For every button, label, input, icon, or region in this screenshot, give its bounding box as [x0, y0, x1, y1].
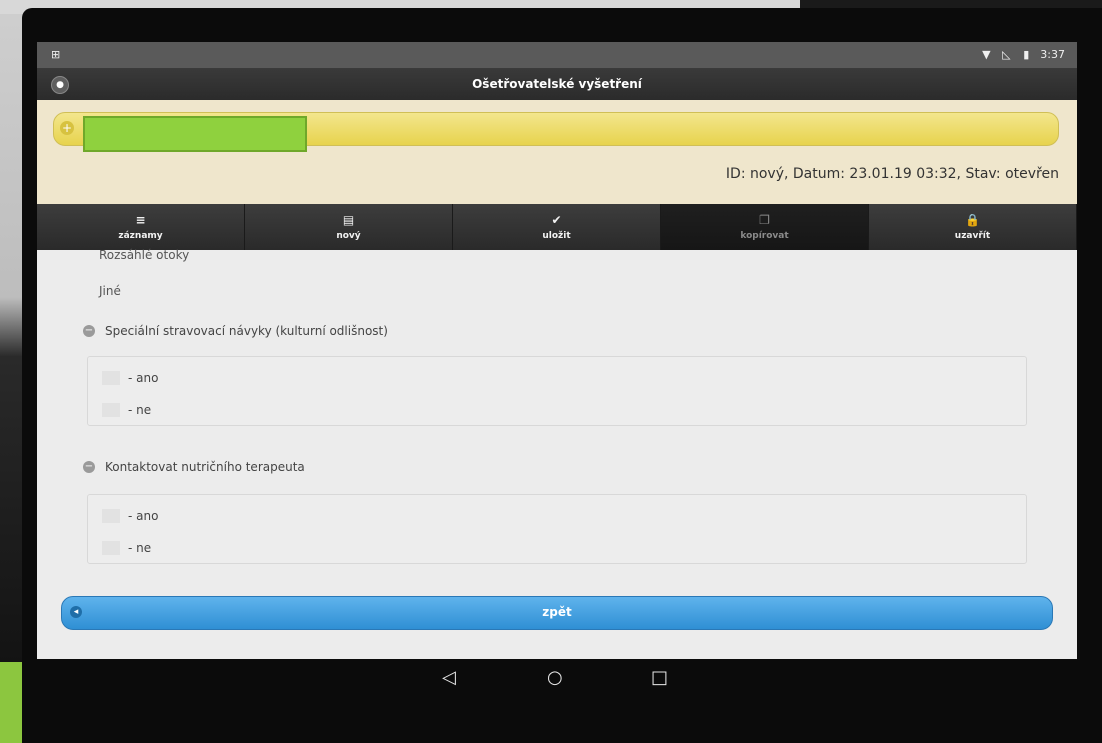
section-header[interactable]: − Kontaktovat nutričního terapeuta [83, 460, 305, 474]
battery-icon: ▮ [1023, 47, 1030, 61]
new-button[interactable]: ▤ nový [245, 204, 453, 250]
check-icon: ✔ [551, 213, 562, 227]
option-group: - ano - ne [87, 494, 1027, 564]
wifi-icon: ▼ [982, 47, 991, 61]
option-yes[interactable]: - ano [102, 371, 158, 385]
option-no[interactable]: - ne [102, 403, 151, 417]
record-info: ID: nový, Datum: 23.01.19 03:32, Stav: o… [725, 166, 1059, 182]
lock-icon: 🔒 [965, 213, 980, 227]
section-title: Kontaktovat nutričního terapeuta [105, 460, 305, 474]
save-label: uložit [542, 231, 571, 241]
form-content: Rozsáhlé otoky Jiné − Speciální stravova… [37, 248, 1077, 659]
list-item[interactable]: Rozsáhlé otoky [99, 248, 189, 262]
checkbox[interactable] [102, 509, 120, 523]
nav-back-icon[interactable]: ◁ [442, 667, 456, 688]
option-label: - ano [128, 509, 159, 523]
checkbox[interactable] [102, 371, 120, 385]
collapse-icon[interactable]: − [83, 461, 95, 473]
option-no[interactable]: - ne [102, 541, 151, 555]
nav-recents-icon[interactable]: □ [651, 667, 668, 688]
records-button[interactable]: ≡ záznamy [37, 204, 245, 250]
option-yes[interactable]: - ano [102, 509, 158, 523]
status-icons: ▼ ◺ ▮ 3:37 [980, 48, 1065, 61]
collapse-icon[interactable]: − [83, 325, 95, 337]
patient-name-redacted [83, 116, 307, 152]
record-header: + ID: nový, Datum: 23.01.19 03:32, Stav:… [37, 100, 1077, 204]
close-label: uzavřít [954, 231, 991, 241]
status-time: 3:37 [1040, 48, 1065, 61]
android-navbar: ◁ ○ □ [37, 659, 1077, 699]
list-icon: ≡ [135, 213, 146, 227]
section-header[interactable]: − Speciální stravovací návyky (kulturní … [83, 324, 388, 338]
copy-icon: ❐ [759, 213, 770, 227]
option-group: - ano - ne [87, 356, 1027, 426]
option-label: - ne [128, 403, 152, 417]
checkbox[interactable] [102, 403, 120, 417]
option-label: - ne [128, 541, 152, 555]
tablet-screen: ⊞ ▼ ◺ ▮ 3:37 ● Ošetřovatelské vyšetření … [37, 42, 1077, 659]
section-title: Speciální stravovací návyky (kulturní od… [105, 324, 388, 338]
list-item[interactable]: Jiné [99, 284, 121, 298]
title-bar: ● Ošetřovatelské vyšetření [37, 68, 1077, 100]
save-button[interactable]: ✔ uložit [453, 204, 661, 250]
signal-icon: ◺ [1002, 47, 1011, 61]
close-button[interactable]: 🔒 uzavřít [869, 204, 1077, 250]
notification-icon: ⊞ [51, 48, 61, 61]
copy-label: kopírovat [740, 231, 789, 241]
back-label: zpět [542, 605, 572, 619]
nav-home-icon[interactable]: ○ [547, 667, 563, 688]
back-button[interactable]: ◂ zpět [61, 596, 1053, 630]
status-bar: ⊞ ▼ ◺ ▮ 3:37 [37, 42, 1077, 68]
option-label: - ano [128, 371, 159, 385]
new-label: nový [336, 231, 361, 241]
copy-button[interactable]: ❐ kopírovat [661, 204, 869, 250]
expand-icon[interactable]: + [60, 121, 74, 135]
new-document-icon: ▤ [342, 213, 355, 227]
action-toolbar: ≡ záznamy ▤ nový ✔ uložit ❐ kopírovat 🔒 … [37, 204, 1077, 250]
checkbox[interactable] [102, 541, 120, 555]
page-title: Ošetřovatelské vyšetření [472, 77, 642, 91]
records-label: záznamy [118, 231, 163, 241]
